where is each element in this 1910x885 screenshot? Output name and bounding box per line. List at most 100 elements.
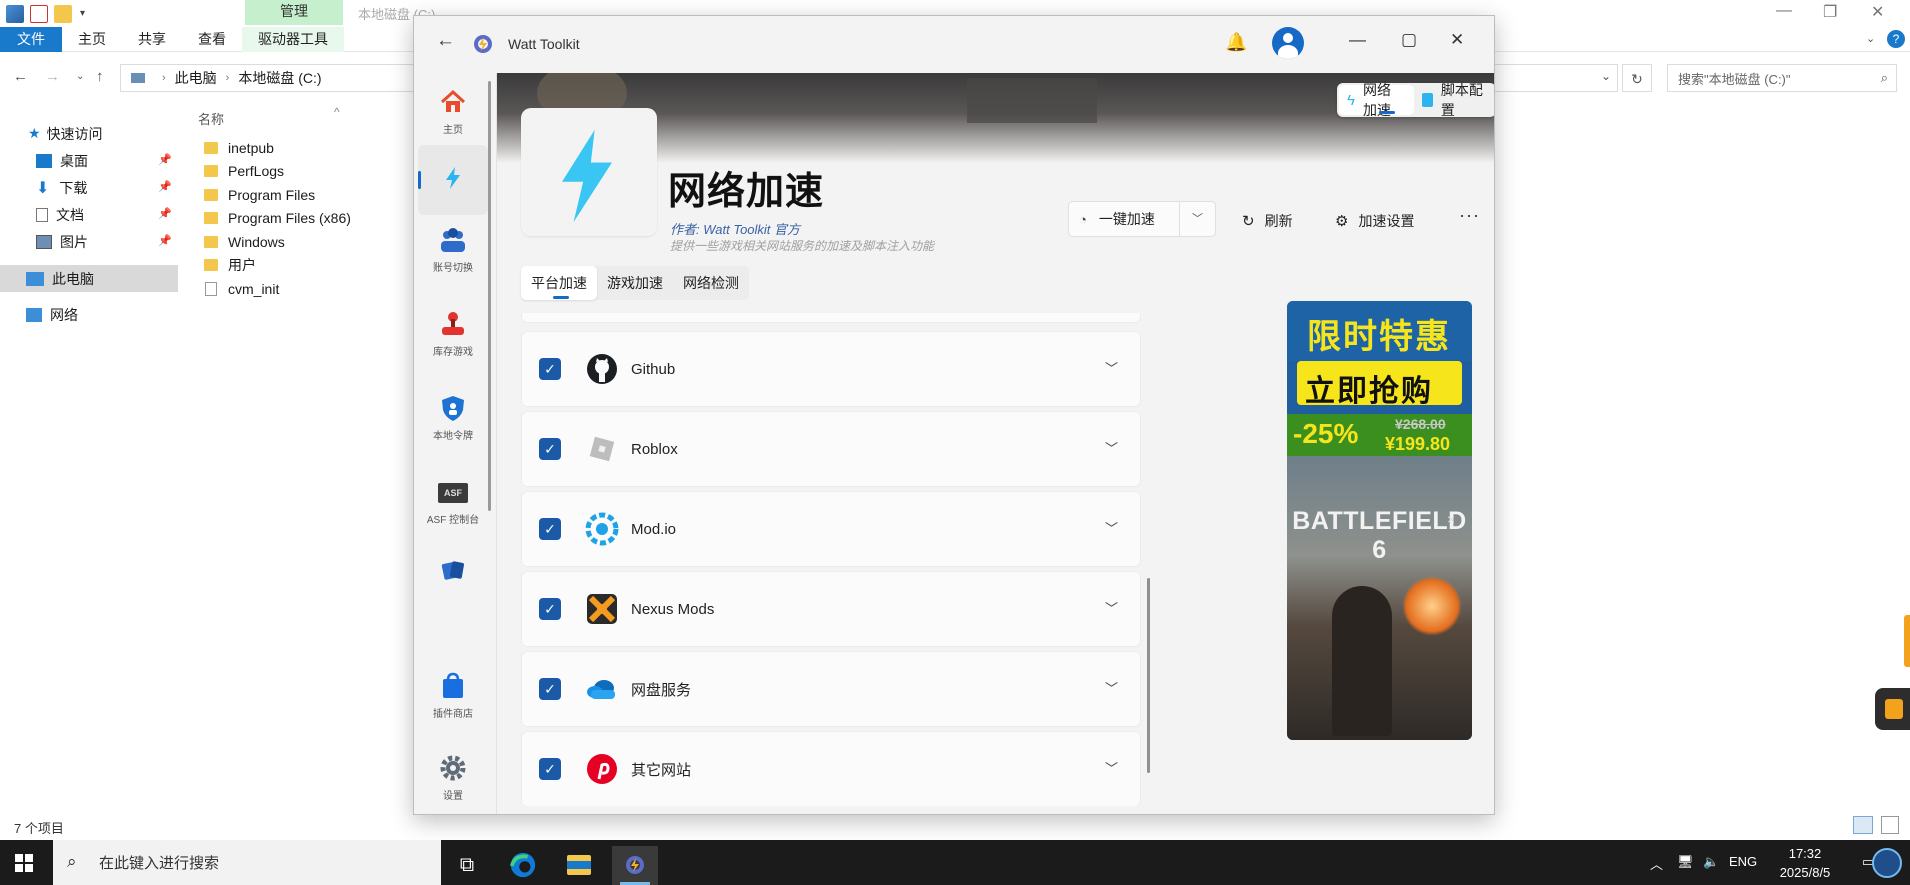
nav-item-home[interactable]: 主页 xyxy=(418,87,488,136)
sidebar-item-this-pc[interactable]: 此电脑 xyxy=(0,265,178,292)
sidebar-scrollbar[interactable] xyxy=(488,81,491,511)
details-view-icon[interactable] xyxy=(1853,816,1873,834)
chevron-down-icon[interactable]: ﹀ xyxy=(1105,758,1118,777)
site-checkbox[interactable]: ✓ xyxy=(539,438,561,460)
tray-overflow-icon[interactable]: ︿ xyxy=(1650,854,1663,873)
site-row-nexus-mods[interactable]: ✓ Nexus Mods ﹀ xyxy=(521,571,1141,647)
promo-ad-banner[interactable]: 限时特惠 立即抢购 -25% ¥268.00 ¥199.80 BATTLEFIE… xyxy=(1287,301,1472,740)
sidebar-item-quick-access[interactable]: ★ 快速访问 xyxy=(0,120,178,147)
windows-start-icon[interactable] xyxy=(15,854,33,872)
properties-icon[interactable] xyxy=(30,4,48,23)
sidebar-item-documents[interactable]: 文档 📌 xyxy=(0,201,178,228)
site-checkbox[interactable]: ✓ xyxy=(539,358,561,380)
close-button[interactable]: ✕ xyxy=(1450,30,1464,50)
tab-network-check[interactable]: 网络检测 xyxy=(673,266,749,300)
maximize-button[interactable]: ▢ xyxy=(1401,30,1417,50)
chevron-down-icon[interactable]: ﹀ xyxy=(1105,598,1118,617)
taskbar-app-badge-icon[interactable] xyxy=(1872,848,1902,878)
back-arrow-icon[interactable]: ← xyxy=(436,30,455,52)
site-row-cloud-storage[interactable]: ✓ 网盘服务 ﹀ xyxy=(521,651,1141,727)
list-item[interactable]: Program Files xyxy=(198,183,418,207)
refresh-button[interactable]: ↻ 刷新 xyxy=(1242,211,1293,231)
volume-muted-icon[interactable]: 🔈 xyxy=(1703,854,1719,870)
breadcrumb-this-pc[interactable]: 此电脑 xyxy=(175,68,217,88)
sidebar-item-network[interactable]: 网络 xyxy=(0,301,178,328)
tab-file[interactable]: 文件 xyxy=(0,26,62,52)
explorer-refresh-button[interactable]: ↻ xyxy=(1622,64,1652,92)
minimize-button[interactable]: — xyxy=(1349,30,1366,50)
up-arrow-icon[interactable]: ↑ xyxy=(96,68,104,85)
acceleration-settings-button[interactable]: ⚙ 加速设置 xyxy=(1335,211,1414,231)
nav-item-settings[interactable]: 设置 xyxy=(418,753,488,802)
system-clock[interactable]: 17:32 2025/8/5 xyxy=(1770,844,1840,882)
chevron-down-icon[interactable]: ﹀ xyxy=(1179,202,1215,236)
nav-item-account-switch[interactable]: 账号切换 xyxy=(418,225,488,274)
site-row-github[interactable]: ✓ Github ﹀ xyxy=(521,331,1141,407)
sidebar-item-desktop[interactable]: 桌面 📌 xyxy=(0,147,178,174)
tab-drive-tools[interactable]: 驱动器工具 xyxy=(242,26,344,52)
back-arrow-icon[interactable]: ← xyxy=(13,68,28,85)
column-header-name[interactable]: 名称 ^ xyxy=(198,105,418,136)
author-link[interactable]: 作者: Watt Toolkit 官方 xyxy=(670,219,800,238)
breadcrumb-local-disk[interactable]: 本地磁盘 (C:) xyxy=(238,68,321,88)
list-scrollbar[interactable] xyxy=(1147,578,1150,773)
bell-icon[interactable]: 🔔 xyxy=(1225,32,1247,53)
sidebar-item-pictures[interactable]: 图片 📌 xyxy=(0,228,178,255)
list-item[interactable]: 用户 xyxy=(198,254,418,278)
avatar[interactable] xyxy=(1272,27,1304,59)
nav-item-plugin-store[interactable]: 插件商店 xyxy=(418,671,488,720)
explorer-minimize-button[interactable]: — xyxy=(1776,2,1792,20)
explorer-search-input[interactable]: 搜索"本地磁盘 (C:)" ⌕ xyxy=(1667,64,1897,92)
chevron-down-icon[interactable]: ﹀ xyxy=(1105,438,1118,457)
file-explorer-taskbar-icon[interactable] xyxy=(556,846,602,885)
tab-platform-acceleration[interactable]: 平台加速 xyxy=(521,266,597,300)
edge-browser-icon[interactable] xyxy=(500,846,546,885)
more-options-icon[interactable]: ··· xyxy=(1459,205,1480,226)
site-row-roblox[interactable]: ✓ Roblox ﹀ xyxy=(521,411,1141,487)
watt-toolkit-taskbar-icon[interactable] xyxy=(612,846,658,885)
nav-item-cards[interactable] xyxy=(418,555,488,589)
chevron-down-icon[interactable]: ﹀ xyxy=(1105,678,1118,697)
tab-network-acceleration[interactable]: ϟ 网络加速 xyxy=(1339,82,1415,118)
tab-share[interactable]: 共享 xyxy=(122,27,182,52)
tab-game-acceleration[interactable]: 游戏加速 xyxy=(597,266,673,300)
address-dropdown-icon[interactable]: ⌄ xyxy=(1601,69,1611,83)
explorer-close-button[interactable]: ✕ xyxy=(1871,2,1884,22)
sidebar-item-downloads[interactable]: ⬇ 下载 📌 xyxy=(0,174,178,201)
tab-home[interactable]: 主页 xyxy=(62,27,122,52)
chevron-down-icon[interactable]: ﹀ xyxy=(1105,518,1118,537)
floating-widget-icon[interactable] xyxy=(1875,688,1910,730)
taskbar-search-input[interactable]: ⌕ 在此键入进行搜索 xyxy=(53,840,441,885)
list-item[interactable]: inetpub xyxy=(198,136,418,160)
site-checkbox[interactable]: ✓ xyxy=(539,518,561,540)
nav-item-asf-console[interactable]: ASF ASF 控制台 xyxy=(418,477,488,526)
forward-arrow-icon[interactable]: → xyxy=(45,68,60,85)
site-row-modio[interactable]: ✓ Mod.io ﹀ xyxy=(521,491,1141,567)
site-checkbox[interactable]: ✓ xyxy=(539,678,561,700)
new-folder-icon[interactable] xyxy=(54,4,72,23)
list-item[interactable]: PerfLogs xyxy=(198,160,418,184)
customize-toolbar-icon[interactable]: ▾ xyxy=(80,8,85,19)
chevron-down-icon[interactable]: ﹀ xyxy=(1105,358,1118,377)
nav-item-network-acceleration[interactable] xyxy=(418,145,488,215)
tab-view[interactable]: 查看 xyxy=(182,27,242,52)
large-icons-view-icon[interactable] xyxy=(1880,816,1899,834)
tab-script-config[interactable]: 脚本配置 xyxy=(1414,82,1494,118)
nav-item-game-library[interactable]: 库存游戏 xyxy=(418,309,488,358)
network-status-icon[interactable]: 🖥 xyxy=(1677,854,1694,870)
site-row-other-sites[interactable]: ✓ 其它网站 ﹀ xyxy=(521,731,1141,806)
explorer-maximize-button[interactable]: ❐ xyxy=(1823,2,1837,22)
recent-locations-icon[interactable]: ⌄ xyxy=(76,71,84,82)
nav-item-local-authenticator[interactable]: 本地令牌 xyxy=(418,393,488,442)
ribbon-expand-icon[interactable]: ⌄ xyxy=(1866,32,1875,45)
site-checkbox[interactable]: ✓ xyxy=(539,598,561,620)
help-icon[interactable]: ? xyxy=(1887,30,1905,48)
ime-indicator[interactable]: ENG xyxy=(1729,854,1757,869)
list-item[interactable]: Windows xyxy=(198,230,418,254)
one-click-accelerate-button[interactable]: ◔ 一键加速 ﹀ xyxy=(1068,201,1216,237)
ad-close-icon[interactable]: × xyxy=(1447,511,1455,527)
site-checkbox[interactable]: ✓ xyxy=(539,758,561,780)
list-item[interactable]: cvm_init xyxy=(198,277,418,301)
floating-edge-tab[interactable] xyxy=(1904,615,1910,667)
task-view-icon[interactable]: ⧉ xyxy=(444,846,490,885)
